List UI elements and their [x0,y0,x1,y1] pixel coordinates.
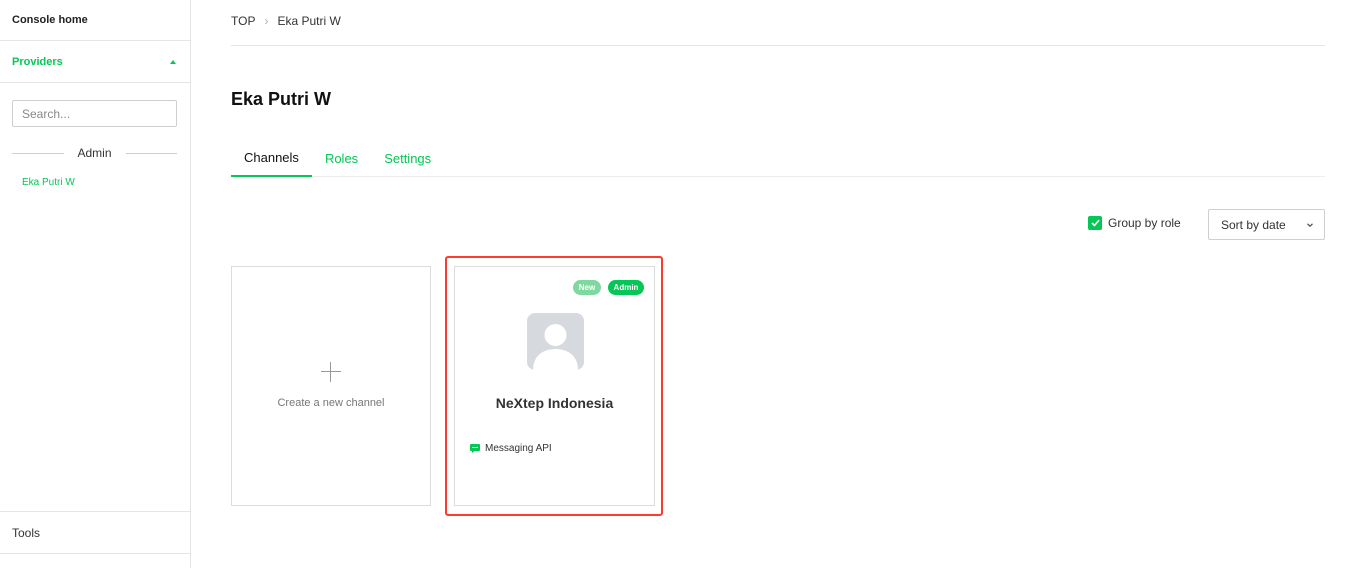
channel-type-label: Messaging API [485,443,552,454]
header-divider [231,45,1325,46]
tab-bar: Channels Roles Settings [231,143,1325,177]
tab-channels[interactable]: Channels [231,143,312,177]
tab-settings[interactable]: Settings [371,143,444,177]
providers-toggle[interactable]: Providers [0,41,190,83]
sidebar-item-provider[interactable]: Eka Putri W [22,177,75,188]
group-by-role-checkbox[interactable] [1088,216,1102,230]
breadcrumb-top-link[interactable]: TOP [231,14,255,28]
channel-card[interactable]: New Admin NeXtep Indonesia Messaging API [454,266,655,506]
create-channel-label: Create a new channel [277,397,385,409]
tab-roles[interactable]: Roles [312,143,371,177]
console-home-link[interactable]: Console home [0,0,190,41]
caret-up-icon [170,59,176,64]
channel-name: NeXtep Indonesia [495,395,614,411]
admin-divider-label: Admin [77,146,112,160]
sort-dropdown[interactable]: Sort by date [1208,209,1325,240]
sort-selected-value: Sort by date [1221,217,1286,232]
channel-type: Messaging API [470,443,552,454]
breadcrumb-current: Eka Putri W [277,14,341,28]
divider-line [125,152,178,154]
message-icon [470,444,480,453]
new-badge: New [573,280,601,295]
user-silhouette-icon [533,324,578,370]
chevron-down-icon [1307,222,1313,227]
admin-badge: Admin [608,280,644,295]
chevron-right-icon: › [264,14,269,28]
sidebar: Console home Providers Admin Eka Putri W… [0,0,191,568]
divider-line [12,152,64,154]
plus-icon [321,362,341,382]
breadcrumb: TOP › Eka Putri W [231,14,341,28]
group-by-role-toggle[interactable]: Group by role [1088,216,1181,230]
channel-avatar [527,313,584,370]
providers-label: Providers [12,55,63,68]
tools-link[interactable]: Tools [0,511,190,554]
admin-divider: Admin [12,145,178,161]
provider-search-input[interactable] [12,100,177,127]
group-by-role-label: Group by role [1108,216,1181,230]
create-channel-card[interactable]: Create a new channel [231,266,431,506]
page-title: Eka Putri W [231,89,332,109]
check-icon [1090,219,1100,227]
